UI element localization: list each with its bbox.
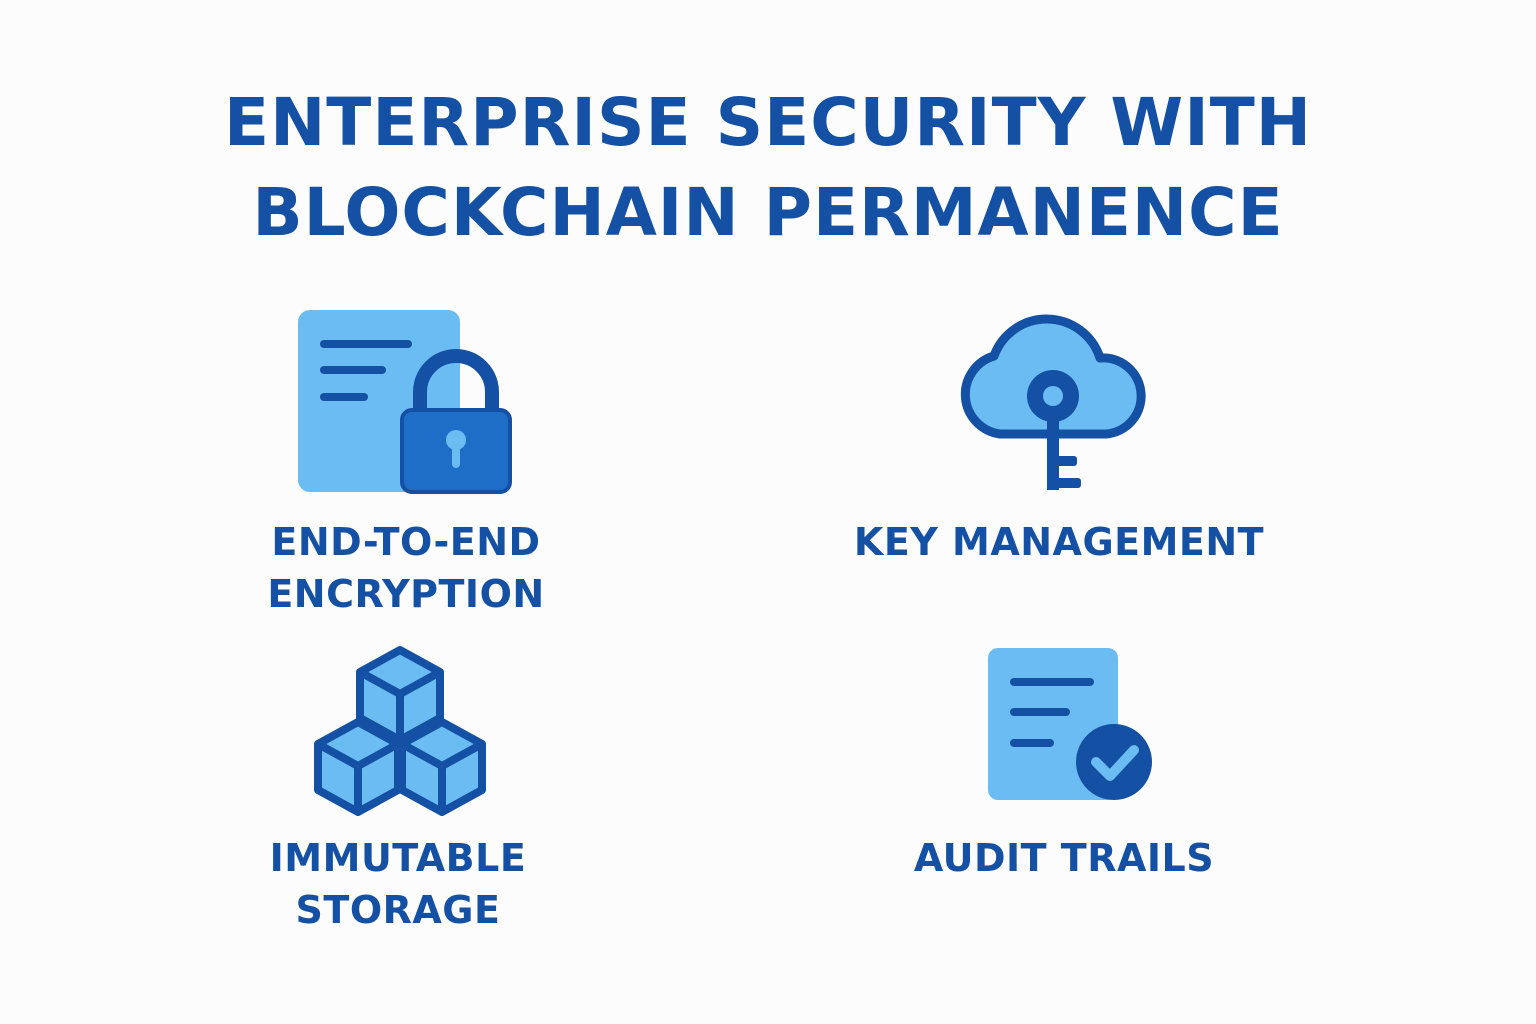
page-title: ENTERPRISE SECURITY WITH BLOCKCHAIN PERM… <box>0 78 1536 258</box>
infographic: ENTERPRISE SECURITY WITH BLOCKCHAIN PERM… <box>0 0 1536 1024</box>
feature-label-line: KEY MANAGEMENT <box>853 520 1265 564</box>
title-line-1: ENTERPRISE SECURITY WITH <box>223 84 1313 161</box>
feature-label-immutable-storage: IMMUTABLE STORAGE <box>198 832 598 936</box>
document-check-icon <box>988 648 1152 800</box>
stacked-cubes-icon <box>314 646 486 816</box>
feature-label-line: END-TO-END <box>271 520 541 564</box>
feature-label-line: ENCRYPTION <box>267 572 545 616</box>
title-line-2: BLOCKCHAIN PERMANENCE <box>252 174 1284 251</box>
feature-label-encryption: END-TO-END ENCRYPTION <box>206 516 606 620</box>
cloud-key-icon <box>960 314 1146 490</box>
feature-label-line: STORAGE <box>295 888 501 932</box>
feature-label-line: IMMUTABLE <box>269 836 527 880</box>
feature-label-key-management: KEY MANAGEMENT <box>824 516 1294 568</box>
feature-label-audit-trails: AUDIT TRAILS <box>864 832 1264 884</box>
document-lock-icon <box>298 310 512 494</box>
feature-label-line: AUDIT TRAILS <box>913 836 1215 880</box>
